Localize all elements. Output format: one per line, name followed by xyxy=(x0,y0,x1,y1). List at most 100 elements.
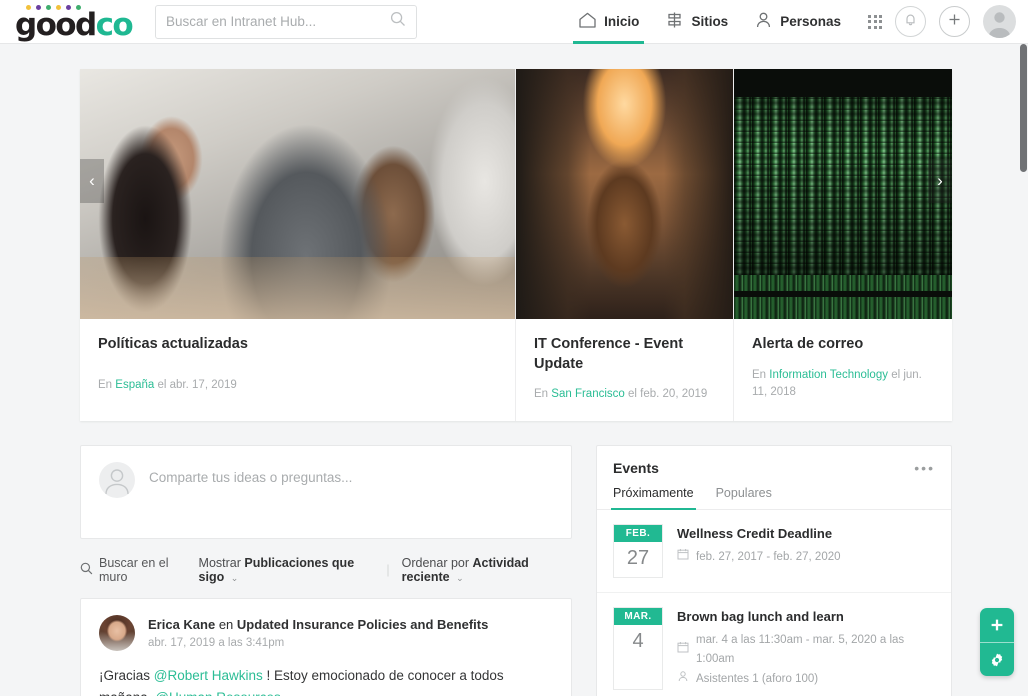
page-content: ‹ › Políticas actualizadas En España el … xyxy=(0,44,1028,696)
feed-post: Erica Kane en Updated Insurance Policies… xyxy=(80,598,572,696)
event-date-badge: MAR. 4 xyxy=(613,607,663,690)
calendar-icon xyxy=(677,548,689,568)
apps-grid-icon[interactable] xyxy=(868,14,882,29)
slide-title: Políticas actualizadas xyxy=(98,336,248,352)
page-scrollbar[interactable] xyxy=(1019,44,1028,696)
composer-placeholder[interactable]: Comparte tus ideas o preguntas... xyxy=(149,462,352,522)
brand-logo[interactable]: goodco xyxy=(10,2,134,43)
slide-body: Políticas actualizadas En España el abr.… xyxy=(80,319,515,412)
search-input[interactable] xyxy=(166,14,390,29)
logo-text-teal: co xyxy=(95,6,134,43)
event-attendees-text: Asistentes 1 (aforo 100) xyxy=(696,673,819,686)
floating-action-buttons xyxy=(980,608,1014,676)
scrollbar-thumb[interactable] xyxy=(1020,44,1027,172)
global-search-box[interactable] xyxy=(155,4,417,39)
user-avatar[interactable] xyxy=(983,5,1016,38)
slide-image-matrix xyxy=(734,69,952,319)
post-body-part1: ¡Gracias xyxy=(99,668,154,684)
post-mention-human-resources[interactable]: @Human Resources xyxy=(155,690,281,696)
event-list-item[interactable]: FEB. 27 Wellness Credit Deadline feb. 27… xyxy=(597,510,951,594)
event-info: Brown bag lunch and learn mar. 4 a las 1… xyxy=(677,607,935,689)
create-button[interactable] xyxy=(939,6,970,37)
chevron-down-icon: ⌄ xyxy=(456,573,464,584)
event-attendees: Asistentes 1 (aforo 100) xyxy=(677,670,935,690)
notifications-button[interactable] xyxy=(895,6,926,37)
slide-site-link[interactable]: San Francisco xyxy=(551,388,625,400)
nav-label-personas: Personas xyxy=(780,14,841,29)
slide-meta: En Information Technology el jun. 11, 20… xyxy=(752,367,934,402)
featured-carousel: ‹ › Políticas actualizadas En España el … xyxy=(80,69,952,422)
chevron-left-icon: ‹ xyxy=(89,171,95,190)
event-day: 4 xyxy=(632,630,644,653)
tab-populares[interactable]: Populares xyxy=(716,486,772,509)
plus-icon xyxy=(946,11,963,33)
events-column: Events ••• Próximamente Populares FEB. 2… xyxy=(596,445,952,696)
event-datetime: mar. 4 a las 11:30am - mar. 5, 2020 a la… xyxy=(677,631,935,670)
tab-proximamente[interactable]: Próximamente xyxy=(611,486,696,511)
slide-body: Alerta de correo En Information Technolo… xyxy=(734,319,952,419)
carousel-slide-primary[interactable]: Políticas actualizadas En España el abr.… xyxy=(80,69,516,422)
carousel-prev-button[interactable]: ‹ xyxy=(80,159,104,203)
carousel-slide-secondary-2[interactable]: Alerta de correo En Information Technolo… xyxy=(734,69,952,422)
filter-divider: | xyxy=(386,563,390,578)
sites-icon xyxy=(665,11,684,32)
user-avatar-icon xyxy=(988,12,1011,38)
show-filter-dropdown[interactable]: Mostrar Publicaciones que sigo ⌄ xyxy=(199,556,375,584)
nav-label-sitios: Sitios xyxy=(691,14,729,29)
event-date-badge: FEB. 27 xyxy=(613,524,663,579)
post-author-name[interactable]: Erica Kane xyxy=(148,617,215,632)
person-icon xyxy=(754,11,773,32)
logo-text-dark: good xyxy=(15,6,97,43)
slide-site-link[interactable]: España xyxy=(115,379,154,391)
chevron-right-icon: › xyxy=(937,171,943,190)
search-icon xyxy=(390,11,406,32)
wall-search-label: Buscar en el muro xyxy=(99,556,169,585)
slide-meta-prefix: En xyxy=(534,388,549,401)
feed-filter-bar: Buscar en el muro Mostrar Publicaciones … xyxy=(80,556,572,584)
plus-icon xyxy=(991,619,1003,631)
events-title: Events xyxy=(613,460,659,477)
post-timestamp: abr. 17, 2019 a las 3:41pm xyxy=(148,636,285,649)
slide-meta: En San Francisco el feb. 20, 2019 xyxy=(534,386,715,403)
events-menu-button[interactable]: ••• xyxy=(914,460,935,476)
post-target-name[interactable]: Updated Insurance Policies and Benefits xyxy=(237,617,488,632)
nav-item-inicio[interactable]: Inicio xyxy=(565,0,652,44)
slide-meta-prefix: En xyxy=(752,368,767,381)
slide-meta-suffix: el abr. 17, 2019 xyxy=(157,378,237,391)
logo-text: goodco xyxy=(15,6,134,43)
nav-item-personas[interactable]: Personas xyxy=(741,0,854,44)
sort-filter-dropdown[interactable]: Ordenar por Actividad reciente ⌄ xyxy=(402,556,572,584)
fab-add-button[interactable] xyxy=(980,608,1014,642)
top-navigation-bar: goodco Inicio Sitios Personas xyxy=(0,0,1028,44)
event-datetime-text: mar. 4 a las 11:30am - mar. 5, 2020 a la… xyxy=(696,633,905,666)
events-tabs: Próximamente Populares xyxy=(597,476,951,511)
event-datetime: feb. 27, 2017 - feb. 27, 2020 xyxy=(677,548,841,568)
slide-site-link[interactable]: Information Technology xyxy=(769,369,888,381)
post-author-avatar[interactable] xyxy=(99,615,135,652)
slide-body: IT Conference - Event Update En San Fran… xyxy=(516,319,733,421)
post-composer[interactable]: Comparte tus ideas o preguntas... xyxy=(80,445,572,540)
feed-column: Comparte tus ideas o preguntas... Buscar… xyxy=(80,445,572,696)
slide-meta: En España el abr. 17, 2019 xyxy=(98,377,497,394)
sort-filter-prefix: Ordenar por xyxy=(401,556,470,571)
post-header-text: Erica Kane en Updated Insurance Policies… xyxy=(148,615,488,649)
bell-icon xyxy=(903,12,918,32)
slide-title: Alerta de correo xyxy=(752,336,864,352)
wall-search-button[interactable]: Buscar en el muro xyxy=(80,556,187,584)
gear-icon xyxy=(991,653,1003,666)
events-header: Events ••• xyxy=(597,446,951,476)
event-datetime-text: feb. 27, 2017 - feb. 27, 2020 xyxy=(696,550,841,563)
carousel-next-button[interactable]: › xyxy=(928,159,952,203)
nav-item-sitios[interactable]: Sitios xyxy=(652,0,741,44)
event-info: Wellness Credit Deadline feb. 27, 2017 -… xyxy=(677,524,841,578)
carousel-slide-secondary-1[interactable]: IT Conference - Event Update En San Fran… xyxy=(516,69,734,422)
attendees-icon xyxy=(677,670,689,690)
post-title: Erica Kane en Updated Insurance Policies… xyxy=(148,615,488,635)
nav-icon-group xyxy=(868,5,1016,38)
event-list-item[interactable]: MAR. 4 Brown bag lunch and learn mar. 4 … xyxy=(597,593,951,696)
event-month: MAR. xyxy=(614,608,662,626)
main-nav: Inicio Sitios Personas xyxy=(565,0,1028,44)
fab-settings-button[interactable] xyxy=(980,642,1014,676)
event-month: FEB. xyxy=(614,525,662,543)
post-mention-robert-hawkins[interactable]: @Robert Hawkins xyxy=(154,668,263,683)
